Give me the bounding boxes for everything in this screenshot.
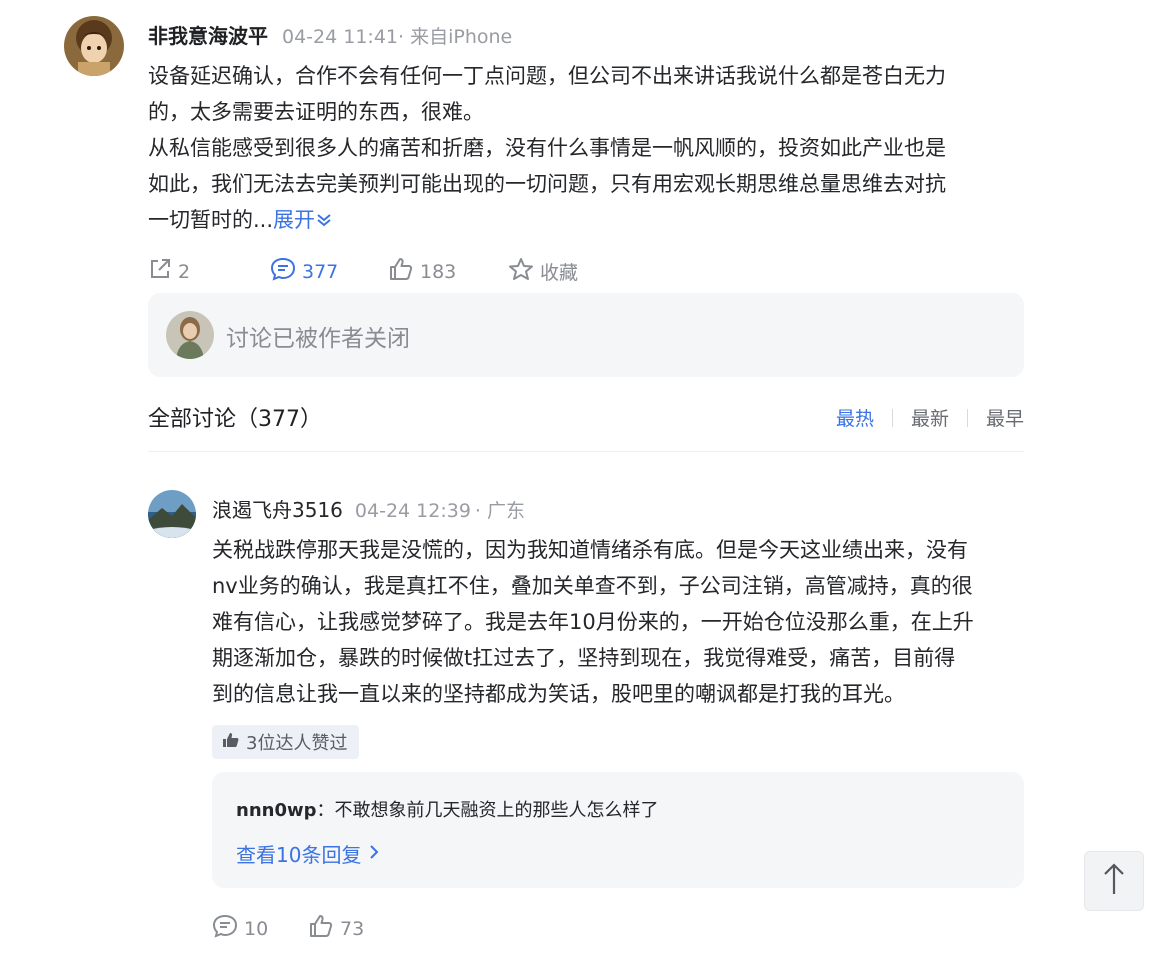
like-count: 183 xyxy=(420,260,457,283)
sort-newest[interactable]: 最新 xyxy=(911,404,949,431)
post-author-name[interactable]: 非我意海波平 xyxy=(148,20,268,49)
comment-button[interactable]: 377 xyxy=(270,257,338,286)
reply-panel: nnn0wp：不敢想象前几天融资上的那些人怎么样了 查看10条回复 xyxy=(212,772,1024,888)
discussion-header: 全部讨论（377） xyxy=(148,407,322,432)
post-line: 设备延迟确认，合作不会有任何一丁点问题，但公司不出来讲话我说什么都是苍白无力 xyxy=(148,64,946,88)
post-source: · 来自iPhone xyxy=(398,26,513,48)
favorite-label: 收藏 xyxy=(540,262,579,284)
post-author-avatar[interactable] xyxy=(64,16,124,76)
like-button[interactable]: 183 xyxy=(388,257,456,286)
comment-author-avatar[interactable] xyxy=(148,490,196,538)
favorite-button[interactable]: 收藏 xyxy=(508,257,578,286)
post-line: 从私信能感受到很多人的痛苦和折磨，没有什么事情是一帆风顺的，投资如此产业也是 xyxy=(148,136,946,160)
thumbs-up-icon xyxy=(388,257,420,286)
post-content: 设备延迟确认，合作不会有任何一丁点问题，但公司不出来讲话我说什么都是苍白无力 的… xyxy=(148,58,1028,238)
expert-likes-badge[interactable]: 3位达人赞过 xyxy=(212,725,360,759)
comment-author-name[interactable]: 浪遏飞舟3516 xyxy=(212,494,343,523)
back-to-top-button[interactable] xyxy=(1084,851,1144,911)
sort-tabs: 最热 最新 最早 xyxy=(836,404,1024,431)
comment-line: 到的信息让我一直以来的坚持都成为笑话，股吧里的嘲讽都是打我的耳光。 xyxy=(212,682,905,706)
comment-icon xyxy=(270,257,302,286)
sort-earliest[interactable]: 最早 xyxy=(986,404,1024,431)
post-line: 的，太多需要去证明的东西，很难。 xyxy=(148,100,484,124)
comment-like-count: 73 xyxy=(340,917,365,940)
sort-hottest[interactable]: 最热 xyxy=(836,404,874,431)
chevron-down-icon xyxy=(315,208,333,232)
share-icon xyxy=(148,257,178,286)
post-line: 如此，我们无法去完美预判可能出现的一切问题，只有用宏观长期思维总量思维去对抗 xyxy=(148,172,946,196)
user-avatar xyxy=(166,311,214,359)
reply-text: 不敢想象前几天融资上的那些人怎么样了 xyxy=(334,800,659,821)
post-line-last: 一切暂时的...展开 xyxy=(148,202,1028,238)
expand-link[interactable]: 展开 xyxy=(273,208,333,232)
comment-line: 难有信心，让我感觉梦碎了。我是去年10月份来的，一开始仓位没那么重，在上升 xyxy=(212,610,974,634)
comment-reply-button[interactable]: 10 xyxy=(212,914,268,943)
discussion-closed-panel: 讨论已被作者关闭 xyxy=(148,293,1024,377)
discussion-closed-text: 讨论已被作者关闭 xyxy=(226,326,410,352)
comment-icon xyxy=(212,914,244,943)
comment-time: 04-24 12:39 xyxy=(354,500,471,522)
comment-content: 关税战跌停那天我是没慌的，因为我知道情绪杀有底。但是今天这业绩出来，没有 nv业… xyxy=(212,532,1032,712)
thumbs-up-icon xyxy=(308,914,340,943)
thumbs-up-icon xyxy=(222,732,246,753)
arrow-up-icon xyxy=(1102,862,1126,900)
divider xyxy=(966,408,968,427)
comment-line: nv业务的确认，我是真扛不住，叠加关单查不到，子公司注销，高管减持，真的很 xyxy=(212,574,973,598)
reply-user[interactable]: nnn0wp xyxy=(236,800,316,821)
reply-colon: ： xyxy=(316,800,335,821)
post-time: 04-24 11:41 xyxy=(282,26,399,48)
share-button[interactable]: 2 xyxy=(148,257,190,286)
header-divider xyxy=(148,451,1024,452)
share-count: 2 xyxy=(178,260,191,283)
comment-count: 377 xyxy=(302,260,339,283)
comment-line: 期逐渐加仓，暴跌的时候做t扛过去了，坚持到现在，我觉得难受，痛苦，目前得 xyxy=(212,646,956,670)
comment-reply-count: 10 xyxy=(244,917,269,940)
badge-text: 3位达人赞过 xyxy=(246,733,348,754)
star-icon xyxy=(508,257,540,286)
comment-like-button[interactable]: 73 xyxy=(308,914,364,943)
comment-location: · 广东 xyxy=(474,500,526,522)
chevron-right-icon xyxy=(361,842,383,866)
view-replies-link[interactable]: 查看10条回复 xyxy=(236,839,383,868)
divider xyxy=(891,408,893,427)
comment-line: 关税战跌停那天我是没慌的，因为我知道情绪杀有底。但是今天这业绩出来，没有 xyxy=(212,538,968,562)
